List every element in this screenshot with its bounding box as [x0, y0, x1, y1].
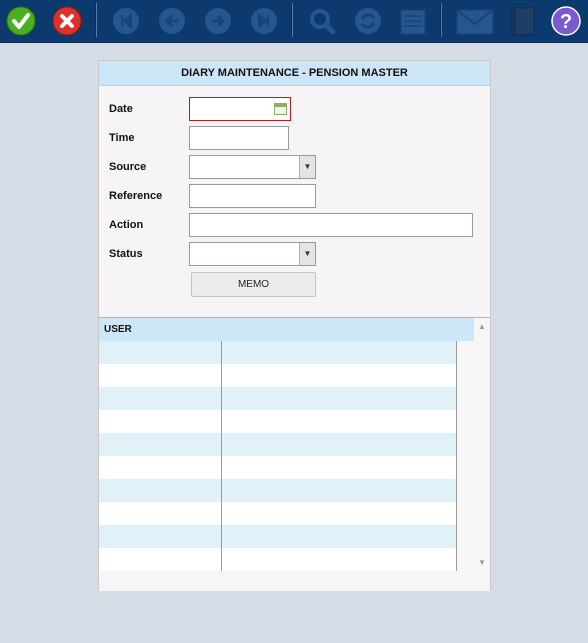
column-divider: [456, 341, 457, 571]
search-icon: [310, 9, 336, 35]
grid-header-user[interactable]: USER: [99, 318, 474, 341]
help-button[interactable]: ?: [551, 6, 581, 36]
status-select[interactable]: ▼: [189, 242, 316, 266]
chevron-down-icon[interactable]: ▼: [299, 243, 315, 265]
svg-text:?: ?: [560, 11, 572, 33]
action-field[interactable]: [189, 213, 473, 237]
notes-button[interactable]: [398, 6, 428, 36]
chevron-down-icon[interactable]: ▼: [299, 156, 315, 178]
next-record-button[interactable]: [203, 6, 233, 36]
date-field[interactable]: [189, 97, 291, 121]
last-record-button[interactable]: [249, 6, 279, 36]
vertical-scrollbar[interactable]: ▲ ▼: [474, 318, 490, 571]
source-select[interactable]: ▼: [189, 155, 316, 179]
table-row[interactable]: [99, 433, 457, 456]
help-icon: ?: [551, 6, 581, 36]
last-record-icon: [251, 8, 277, 34]
table-row[interactable]: [99, 364, 457, 387]
status-label: Status: [109, 248, 143, 260]
scroll-down-icon[interactable]: ▼: [478, 558, 486, 567]
toolbar-separator: [95, 3, 97, 37]
previous-record-icon: [159, 8, 185, 34]
date-label: Date: [109, 103, 133, 115]
check-icon: [6, 6, 36, 36]
panel-title: DIARY MAINTENANCE - PENSION MASTER: [99, 61, 490, 86]
table-row[interactable]: [99, 456, 457, 479]
calendar-icon[interactable]: [274, 103, 287, 115]
time-field[interactable]: [189, 126, 289, 150]
table-row[interactable]: [99, 341, 457, 364]
time-label: Time: [109, 132, 135, 144]
next-record-icon: [205, 8, 231, 34]
mail-button[interactable]: [456, 6, 494, 36]
reference-label: Reference: [109, 190, 163, 202]
table-row[interactable]: [99, 502, 457, 525]
search-button[interactable]: [307, 6, 337, 36]
toolbar-separator: [291, 3, 293, 37]
book-icon: [511, 7, 535, 36]
diary-maintenance-panel: DIARY MAINTENANCE - PENSION MASTER Date …: [98, 60, 491, 591]
toolbar: ?: [0, 0, 588, 43]
action-label: Action: [109, 219, 144, 231]
reference-field[interactable]: [189, 184, 316, 208]
cancel-button[interactable]: [52, 6, 82, 36]
table-row[interactable]: [99, 525, 457, 548]
column-divider: [221, 341, 222, 571]
first-record-button[interactable]: [111, 6, 141, 36]
first-record-icon: [113, 8, 139, 34]
table-row[interactable]: [99, 387, 457, 410]
user-grid: USER ▲ ▼: [99, 317, 490, 591]
book-button[interactable]: [508, 6, 538, 36]
notepad-icon: [400, 9, 426, 35]
refresh-icon: [355, 8, 381, 34]
refresh-button[interactable]: [353, 6, 383, 36]
mail-icon: [456, 9, 494, 35]
scroll-up-icon[interactable]: ▲: [478, 322, 486, 331]
save-button[interactable]: [6, 6, 36, 36]
source-label: Source: [109, 161, 147, 173]
close-icon: [52, 6, 82, 36]
toolbar-separator: [440, 3, 442, 37]
table-row[interactable]: [99, 479, 457, 502]
previous-record-button[interactable]: [157, 6, 187, 36]
table-row[interactable]: [99, 548, 457, 571]
table-row[interactable]: [99, 410, 457, 433]
memo-button[interactable]: MEMO: [191, 272, 316, 297]
